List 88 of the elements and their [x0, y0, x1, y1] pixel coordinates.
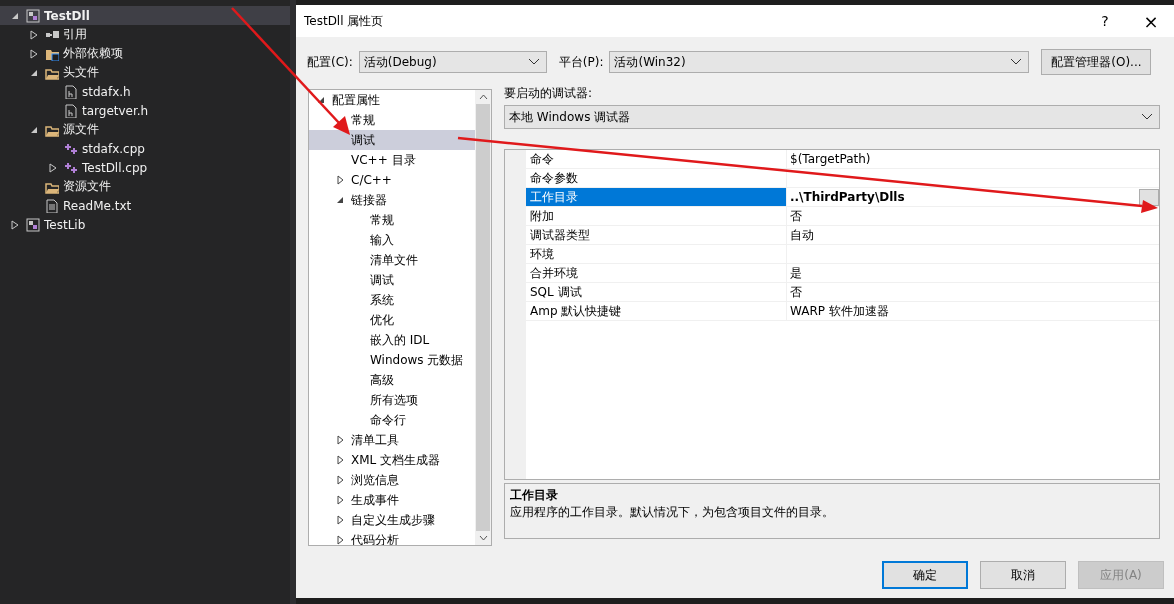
tree-item[interactable]: 外部依赖项 — [0, 44, 290, 63]
property-value: WARP 软件加速器 — [790, 302, 889, 320]
field-label: 平台(P): — [558, 53, 604, 71]
tree-item[interactable]: 所有选项 — [309, 390, 475, 410]
help-button[interactable]: ? — [1082, 5, 1128, 37]
document-icon — [64, 103, 78, 118]
tree-item[interactable]: 调试 — [309, 270, 475, 290]
collapsed-arrow-icon — [30, 29, 38, 40]
tree-item[interactable]: VC++ 目录 — [309, 150, 475, 170]
tree-item[interactable]: 清单工具 — [309, 430, 475, 450]
property-name[interactable]: 命令 — [526, 150, 787, 168]
tree-item[interactable]: 资源文件 — [0, 177, 290, 196]
tree-item[interactable]: 代码分析 — [309, 530, 475, 545]
project-icon — [26, 8, 40, 23]
project-icon — [26, 217, 40, 232]
ok-button[interactable]: 确定 — [882, 561, 968, 589]
tree-item[interactable]: 命令行 — [309, 410, 475, 430]
scrollbar-thumb[interactable] — [476, 104, 490, 531]
chevron-down-icon — [1141, 113, 1153, 121]
tree-item[interactable]: TestLib — [0, 215, 290, 234]
property-name[interactable]: 附加 — [526, 207, 787, 225]
tree-item[interactable]: 生成事件 — [309, 490, 475, 510]
property-name[interactable]: 命令参数 — [526, 169, 787, 187]
tree-item[interactable]: stdafx.cpp — [0, 139, 290, 158]
tree-item[interactable]: 输入 — [309, 230, 475, 250]
property-name[interactable]: 调试器类型 — [526, 226, 787, 244]
configuration-dropdown[interactable]: 活动(Debug) — [358, 51, 547, 73]
scrollbar[interactable] — [475, 90, 491, 545]
scroll-down-icon — [478, 535, 488, 541]
tree-item[interactable]: 优化 — [309, 310, 475, 330]
tree-item[interactable]: TestDll.cpp — [0, 158, 290, 177]
tree-item[interactable]: XML 文档生成器 — [309, 450, 475, 470]
tree-item[interactable]: 常规 — [309, 110, 475, 130]
field-label: 配置(C): — [307, 53, 353, 71]
expanded-arrow-icon — [336, 196, 344, 204]
plus-plus-icon — [64, 160, 78, 175]
tree-item[interactable]: 清单文件 — [309, 250, 475, 270]
collapsed-arrow-icon — [30, 48, 38, 59]
tree-item[interactable]: ReadMe.txt — [0, 196, 290, 215]
scroll-up-icon — [478, 94, 488, 100]
plus-plus-icon — [64, 141, 78, 156]
property-value: $(TargetPath) — [790, 152, 871, 166]
tree-item[interactable]: Windows 元数据 — [309, 350, 475, 370]
tree-item[interactable]: 链接器 — [309, 190, 475, 210]
debugger-dropdown[interactable]: 本地 Windows 调试器 — [504, 105, 1160, 129]
tree-item[interactable]: 配置属性 — [309, 90, 475, 110]
property-value: ..\ThirdParty\Dlls — [790, 190, 905, 204]
tree-item[interactable]: 系统 — [309, 290, 475, 310]
property-value: 否 — [790, 207, 802, 225]
tree-item[interactable]: 嵌入的 IDL — [309, 330, 475, 350]
document-icon — [45, 198, 59, 213]
tree-item[interactable]: TestDll — [0, 6, 290, 25]
chevron-down-icon — [1010, 58, 1023, 66]
property-value: 否 — [790, 283, 802, 301]
tree-item[interactable]: 浏览信息 — [309, 470, 475, 490]
chevron-down-icon — [527, 58, 540, 66]
collapsed-arrow-icon — [49, 162, 57, 173]
cancel-button[interactable]: 取消 — [980, 561, 1066, 589]
collapsed-arrow-icon — [336, 175, 344, 185]
tree-item[interactable]: 引用 — [0, 25, 290, 44]
close-button[interactable]: × — [1128, 5, 1174, 37]
tree-item[interactable]: targetver.h — [0, 101, 290, 120]
property-name[interactable]: Amp 默认快捷键 — [526, 302, 787, 320]
tree-item[interactable]: 头文件 — [0, 63, 290, 82]
tree-item[interactable]: 自定义生成步骤 — [309, 510, 475, 530]
expanded-arrow-icon — [11, 11, 19, 20]
tree-item[interactable]: 调试 — [309, 130, 475, 150]
description-title: 工作目录 — [510, 487, 559, 504]
tree-item[interactable]: 高级 — [309, 370, 475, 390]
property-name[interactable]: 工作目录 — [526, 188, 787, 206]
property-name[interactable]: SQL 调试 — [526, 283, 787, 301]
property-value: 自动 — [790, 226, 814, 244]
expanded-arrow-icon — [30, 125, 38, 134]
tree-item[interactable]: C/C++ — [309, 170, 475, 190]
section-label: 要启动的调试器: — [504, 85, 594, 102]
tree-item[interactable]: 常规 — [309, 210, 475, 230]
configuration-manager-button[interactable]: 配置管理器(O)... — [1041, 49, 1152, 75]
collapsed-arrow-icon — [11, 219, 19, 230]
window-title: TestDll 属性页 — [304, 12, 384, 30]
platform-dropdown[interactable]: 活动(Win32) — [609, 51, 1030, 73]
property-name[interactable]: 环境 — [526, 245, 787, 263]
tree-item[interactable]: 源文件 — [0, 120, 290, 139]
document-icon — [64, 84, 78, 99]
property-name[interactable]: 合并环境 — [526, 264, 787, 282]
description-text: 应用程序的工作目录。默认情况下，为包含项目文件的目录。 — [510, 504, 835, 521]
tree-item[interactable]: stdafx.h — [0, 82, 290, 101]
property-value: 是 — [790, 264, 802, 282]
expanded-arrow-icon — [30, 68, 38, 77]
